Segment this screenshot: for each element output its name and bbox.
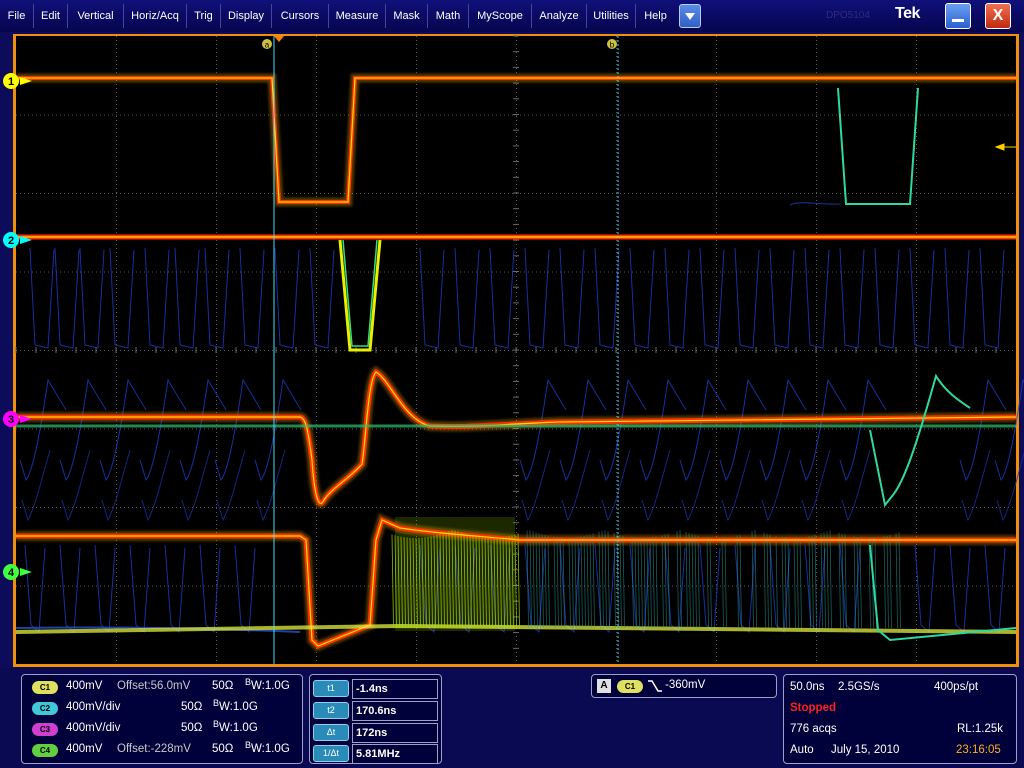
- status-bar: C1 400mV Offset:56.0mV 50Ω B W:1.0G C2 4…: [0, 668, 1024, 768]
- channel-2-bandwidth: W:1.0G: [219, 701, 258, 713]
- channel-4-bandwidth: W:1.0G: [251, 743, 290, 755]
- waveform-display[interactable]: a b 1 2 3 4: [0, 0, 1024, 668]
- record-length: RL:1.25k: [957, 723, 1004, 735]
- cursor-delta-label: Δt: [313, 724, 349, 741]
- timebase: 50.0ns: [790, 681, 825, 693]
- channel-1-badge[interactable]: C1: [32, 681, 58, 694]
- channel-3-badge[interactable]: C3: [32, 723, 58, 736]
- date: July 15, 2010: [831, 744, 900, 756]
- cursor-freq-value[interactable]: 5.81MHz: [352, 744, 438, 764]
- cursor-a-label: a: [265, 41, 270, 50]
- time: 23:16:05: [956, 744, 1001, 756]
- trigger-source-badge: C1: [617, 680, 643, 693]
- cursor-b-label: b: [610, 41, 615, 50]
- acquisition-state: Stopped: [790, 702, 836, 714]
- svg-text:4: 4: [8, 567, 15, 579]
- trigger-level: -360mV: [665, 679, 706, 691]
- channel-2-impedance: 50Ω: [181, 701, 203, 713]
- channel-2-badge[interactable]: C2: [32, 702, 58, 715]
- cursor-t1-label: t1: [313, 680, 349, 697]
- acquisition-count: 776 acqs: [790, 723, 837, 735]
- trigger-mode-badge: A: [597, 679, 611, 693]
- channel-2-scale[interactable]: 400mV/div: [66, 701, 120, 713]
- sample-rate: 2.5GS/s: [838, 681, 880, 693]
- falling-edge-icon: [648, 680, 662, 692]
- channel-1-scale[interactable]: 400mV: [66, 680, 102, 692]
- channel-4-scale[interactable]: 400mV: [66, 743, 102, 755]
- channel-4-offset: Offset:-228mV: [117, 743, 191, 755]
- channel-1-bandwidth: W:1.0G: [251, 680, 290, 692]
- channel-1-offset: Offset:56.0mV: [117, 680, 191, 692]
- svg-text:1: 1: [8, 76, 14, 88]
- channel-3-bandwidth: W:1.0G: [219, 722, 258, 734]
- cursor-freq-label: 1/Δt: [313, 745, 349, 762]
- cursor-delta-value[interactable]: 172ns: [352, 723, 438, 743]
- channel-3-impedance: 50Ω: [181, 722, 203, 734]
- channel-4-impedance: 50Ω: [212, 743, 234, 755]
- cursor-t1-value[interactable]: -1.4ns: [352, 679, 438, 699]
- trigger-mode: Auto: [790, 744, 814, 756]
- svg-text:2: 2: [8, 235, 14, 247]
- channel-1-impedance: 50Ω: [212, 680, 234, 692]
- cursor-t2-value[interactable]: 170.6ns: [352, 701, 438, 721]
- svg-text:3: 3: [8, 414, 14, 426]
- channel-4-badge[interactable]: C4: [32, 744, 58, 757]
- channel-3-scale[interactable]: 400mV/div: [66, 722, 120, 734]
- resolution: 400ps/pt: [934, 681, 979, 693]
- cursor-t2-label: t2: [313, 702, 349, 719]
